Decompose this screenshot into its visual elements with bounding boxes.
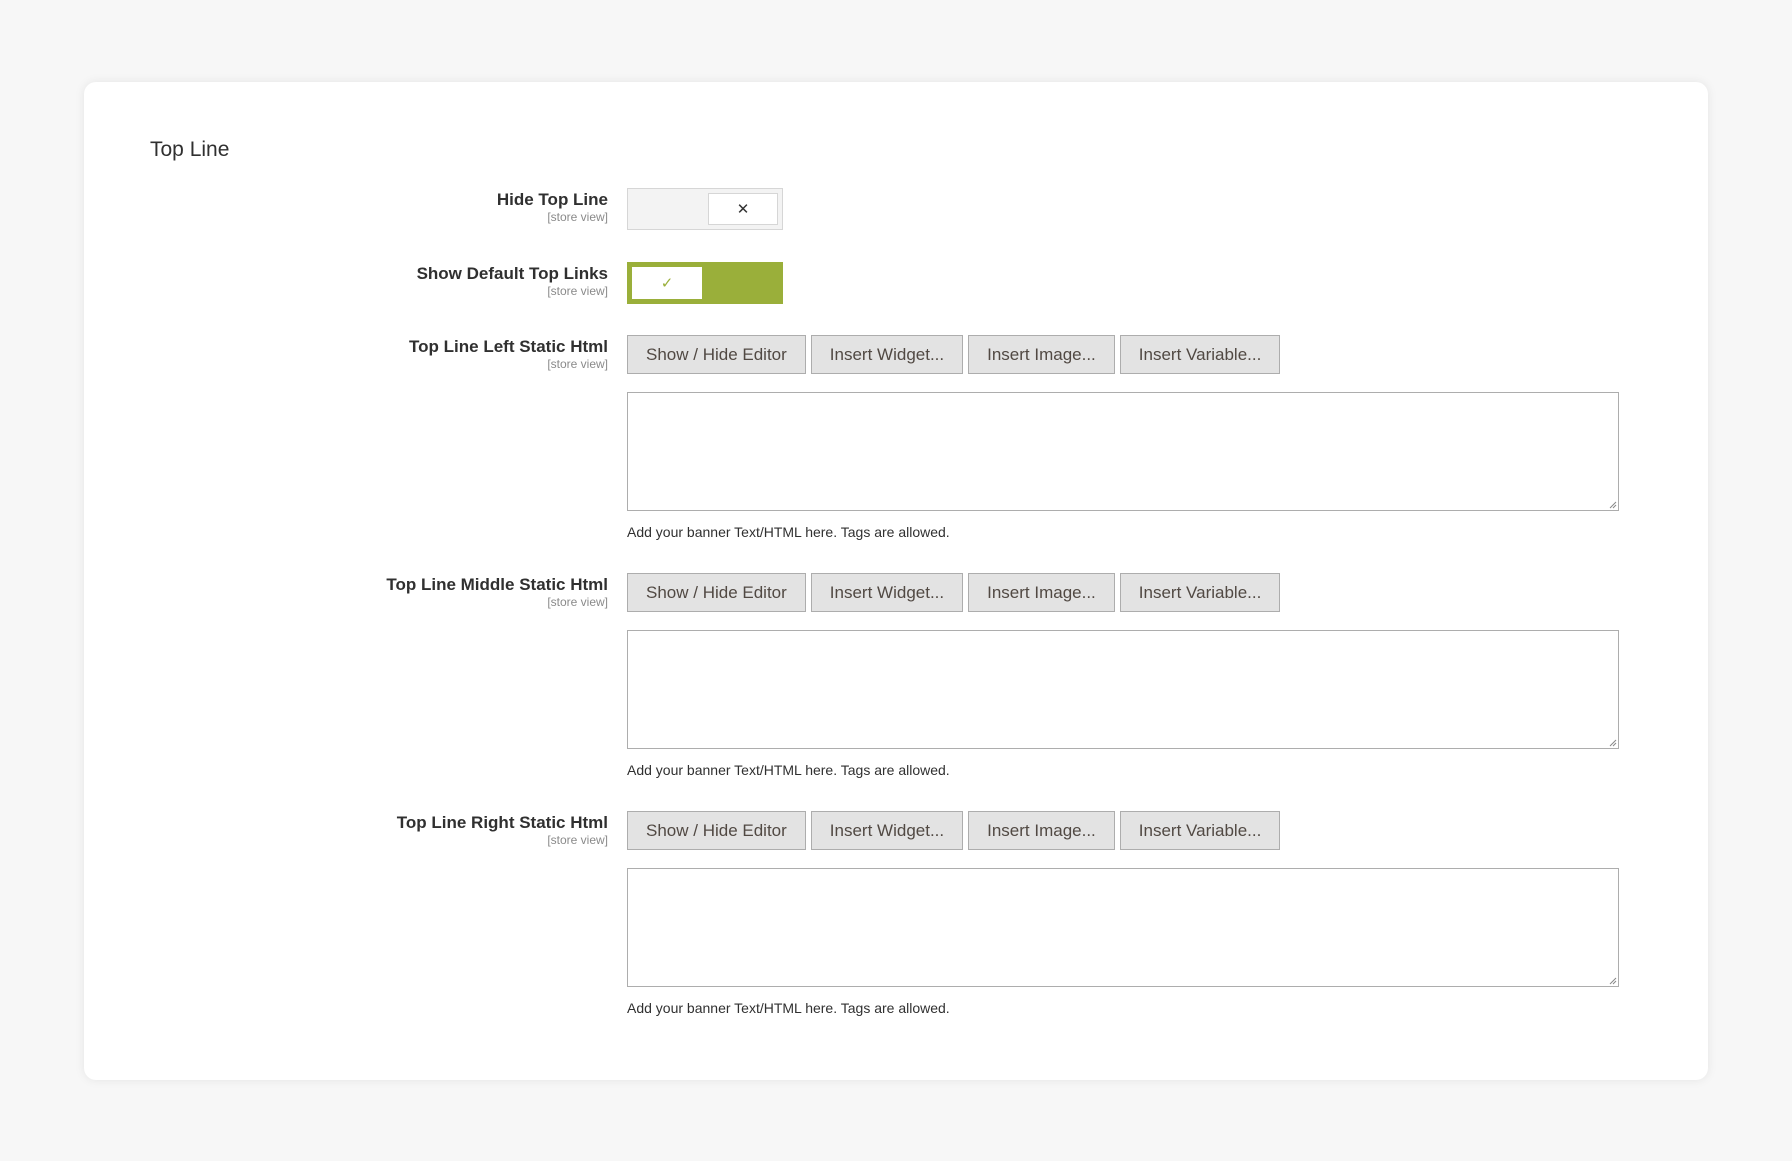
left-html-note: Add your banner Text/HTML here. Tags are…: [627, 524, 950, 540]
insert-widget-button[interactable]: Insert Widget...: [810, 811, 964, 850]
right-html-note: Add your banner Text/HTML here. Tags are…: [627, 1000, 950, 1016]
left-html-label: Top Line Left Static Html: [409, 337, 608, 356]
left-editor-toolbar: Show / Hide Editor Insert Widget... Inse…: [627, 335, 1281, 374]
insert-image-button[interactable]: Insert Image...: [968, 573, 1115, 612]
middle-html-textarea[interactable]: [627, 630, 1619, 749]
x-icon: ✕: [708, 193, 778, 225]
insert-variable-button[interactable]: Insert Variable...: [1119, 335, 1281, 374]
check-icon: ✓: [632, 267, 702, 299]
insert-widget-button[interactable]: Insert Widget...: [810, 335, 964, 374]
show-hide-editor-button[interactable]: Show / Hide Editor: [627, 573, 806, 612]
show-default-top-links-label: Show Default Top Links: [416, 264, 608, 283]
insert-image-button[interactable]: Insert Image...: [968, 811, 1115, 850]
show-hide-editor-button[interactable]: Show / Hide Editor: [627, 335, 806, 374]
scope-label: [store view]: [547, 595, 608, 609]
show-default-top-links-toggle[interactable]: ✓: [627, 262, 783, 304]
hide-top-line-toggle[interactable]: ✕: [627, 188, 783, 230]
hide-top-line-label: Hide Top Line: [496, 190, 608, 209]
insert-widget-button[interactable]: Insert Widget...: [810, 573, 964, 612]
show-hide-editor-button[interactable]: Show / Hide Editor: [627, 811, 806, 850]
insert-image-button[interactable]: Insert Image...: [968, 335, 1115, 374]
scope-label: [store view]: [547, 833, 608, 847]
insert-variable-button[interactable]: Insert Variable...: [1119, 573, 1281, 612]
right-html-textarea[interactable]: [627, 868, 1619, 987]
middle-editor-toolbar: Show / Hide Editor Insert Widget... Inse…: [627, 573, 1281, 612]
insert-variable-button[interactable]: Insert Variable...: [1119, 811, 1281, 850]
scope-label: [store view]: [547, 357, 608, 371]
section-title: Top Line: [150, 138, 230, 161]
scope-label: [store view]: [547, 210, 608, 224]
left-html-textarea[interactable]: [627, 392, 1619, 511]
right-editor-toolbar: Show / Hide Editor Insert Widget... Inse…: [627, 811, 1281, 850]
config-panel: Top Line Hide Top Line [store view] ✕ Sh…: [84, 82, 1708, 1080]
right-html-label: Top Line Right Static Html: [396, 813, 608, 832]
scope-label: [store view]: [547, 284, 608, 298]
middle-html-label: Top Line Middle Static Html: [386, 575, 608, 594]
middle-html-note: Add your banner Text/HTML here. Tags are…: [627, 762, 950, 778]
